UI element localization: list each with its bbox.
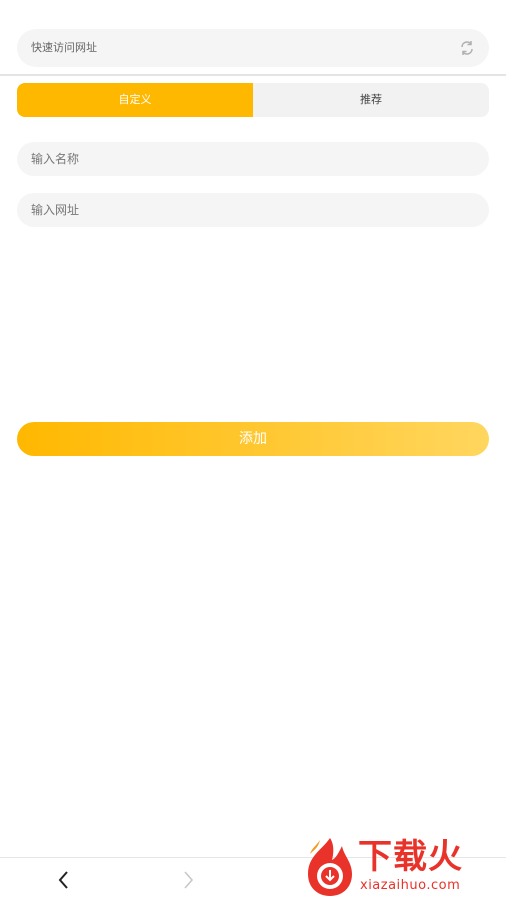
tab-recommended[interactable]: 推荐 — [253, 83, 489, 117]
quick-access-bar[interactable]: 快速访问网址 — [17, 29, 489, 67]
refresh-icon[interactable] — [459, 40, 475, 56]
quick-access-label: 快速访问网址 — [31, 41, 97, 54]
watermark-subtitle: xiazaihuo.com — [360, 878, 461, 893]
chevron-right-icon[interactable] — [176, 868, 200, 892]
tab-custom[interactable]: 自定义 — [17, 83, 253, 117]
name-input[interactable] — [17, 142, 489, 176]
flame-logo-icon — [308, 838, 352, 896]
url-input[interactable] — [17, 193, 489, 227]
watermark-title: 下载火 — [358, 837, 463, 877]
add-button[interactable]: 添加 — [17, 422, 489, 456]
tab-bar: 自定义 推荐 — [17, 83, 489, 117]
watermark: 下载火 xiazaihuo.com — [298, 832, 506, 900]
header-divider — [0, 74, 506, 76]
chevron-left-icon[interactable] — [52, 868, 76, 892]
